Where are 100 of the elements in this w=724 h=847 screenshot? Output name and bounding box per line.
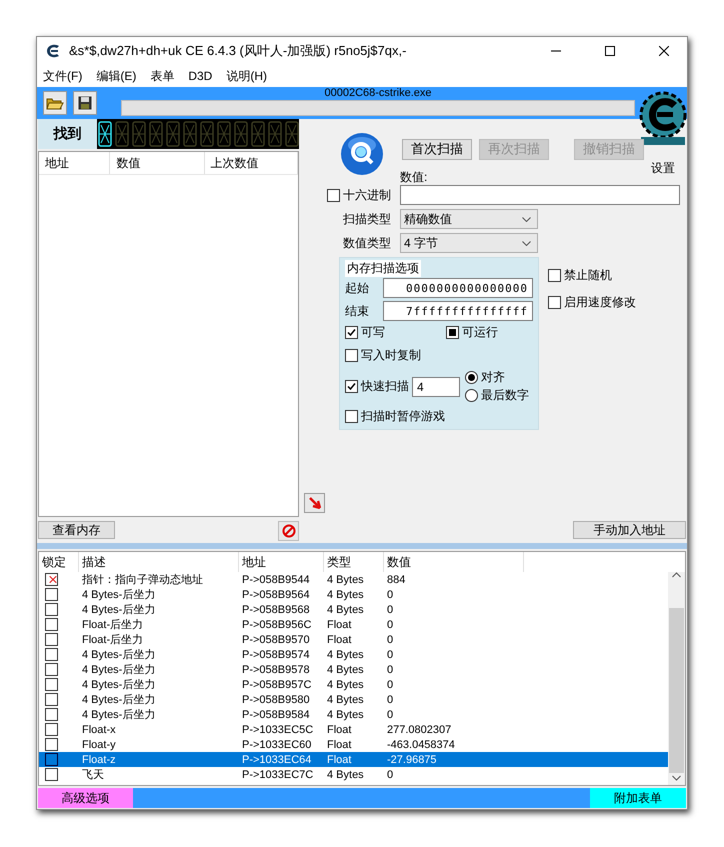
- table-row[interactable]: 4 Bytes-后坐力 P->058B957C 4 Bytes 0: [39, 677, 668, 692]
- lock-checkbox[interactable]: [45, 738, 58, 751]
- view-memory-button[interactable]: 查看内存: [38, 521, 115, 539]
- table-cell-text: 4 Bytes-后坐力: [81, 708, 156, 722]
- column-header[interactable]: 类型: [324, 552, 384, 572]
- lock-checkbox[interactable]: [45, 723, 58, 736]
- table-row[interactable]: Float-z P->1033EC64 Float -27.96875: [39, 752, 668, 767]
- table-cell-text: 0: [386, 708, 394, 720]
- menu-item[interactable]: 文件(F): [43, 68, 82, 84]
- checkbox[interactable]: [345, 349, 358, 362]
- address-input[interactable]: 0000000000000000: [382, 278, 533, 298]
- table-row[interactable]: Float-y P->1033EC60 Float -463.0458374: [39, 737, 668, 752]
- table-cell-text: 4 Bytes-后坐力: [81, 678, 156, 692]
- table-cell-text: 4 Bytes-后坐力: [81, 693, 156, 707]
- table-cell-text: 0: [386, 694, 394, 706]
- scrollbar[interactable]: [668, 572, 685, 785]
- fast-scan-input[interactable]: 4: [412, 376, 460, 396]
- checkbox-label: 快速扫描: [361, 378, 409, 395]
- checkbox[interactable]: [446, 326, 459, 339]
- table-cell-text: P->058B957C: [241, 678, 312, 690]
- stop-button[interactable]: [278, 521, 299, 541]
- table-cell-text: -27.96875: [386, 754, 438, 766]
- magnifier-icon: [339, 131, 385, 177]
- checkbox[interactable]: [345, 326, 358, 339]
- table-row[interactable]: 4 Bytes-后坐力 P->058B9574 4 Bytes 0: [39, 647, 668, 662]
- results-list[interactable]: 地址 数值 上次数值: [38, 151, 299, 517]
- close-icon: [659, 46, 669, 56]
- add-address-button[interactable]: 手动加入地址: [573, 521, 686, 539]
- column-header[interactable]: 锁定: [39, 552, 79, 572]
- column-header[interactable]: 描述: [79, 552, 239, 572]
- scan-type-dropdown[interactable]: 精确数值: [400, 209, 538, 229]
- checkbox[interactable]: [548, 269, 561, 282]
- radio-button[interactable]: [465, 389, 478, 402]
- table-cell-text: Float-后坐力: [81, 633, 144, 647]
- table-cell-text: P->058B9580: [241, 694, 311, 706]
- menu-item[interactable]: 表单: [150, 68, 174, 84]
- value-input[interactable]: [400, 185, 680, 205]
- advanced-options-button[interactable]: 高级选项: [38, 788, 133, 808]
- value-type-dropdown[interactable]: 4 字节: [400, 233, 538, 253]
- checkbox[interactable]: [345, 380, 358, 393]
- table-row[interactable]: Float-后坐力 P->058B956C Float 0: [39, 617, 668, 632]
- address-input[interactable]: 7fffffffffffffff: [382, 301, 533, 321]
- pointer-button[interactable]: [304, 493, 325, 513]
- lock-checkbox[interactable]: [45, 588, 58, 601]
- column-header[interactable]: 地址: [239, 552, 324, 572]
- checkbox-label: 启用速度修改: [564, 294, 636, 311]
- lock-checkbox[interactable]: [45, 648, 58, 661]
- table-row[interactable]: 指针：指向子弹动态地址 P->058B9544 4 Bytes 884: [39, 572, 668, 587]
- table-row[interactable]: 4 Bytes-后坐力 P->058B9580 4 Bytes 0: [39, 692, 668, 707]
- lock-checkbox[interactable]: [45, 708, 58, 721]
- save-button[interactable]: [73, 91, 97, 115]
- extra-table-button[interactable]: 附加表单: [590, 788, 686, 808]
- table-cell-text: P->058B9568: [241, 604, 311, 616]
- table-row[interactable]: Float-后坐力 P->058B9570 Float 0: [39, 632, 668, 647]
- column-header[interactable]: 数值: [110, 152, 205, 174]
- table-cell-text: 0: [386, 604, 394, 616]
- lock-checkbox[interactable]: [45, 603, 58, 616]
- table-cell-text: Float: [326, 724, 352, 736]
- lock-checkbox[interactable]: [45, 573, 58, 586]
- radio-label: 最后数字: [481, 387, 529, 404]
- table-cell-text: 4 Bytes: [326, 708, 365, 720]
- lock-checkbox[interactable]: [45, 678, 58, 691]
- scrollbar-thumb[interactable]: [669, 608, 684, 773]
- hex-checkbox[interactable]: [327, 188, 340, 202]
- checkbox[interactable]: [345, 410, 358, 423]
- column-header[interactable]: 数值: [384, 552, 524, 572]
- table-row[interactable]: 飞天 P->1033EC7C 4 Bytes 0: [39, 767, 668, 782]
- arrow-icon: [308, 497, 320, 509]
- lock-checkbox[interactable]: [45, 693, 58, 706]
- checkbox[interactable]: [548, 296, 561, 309]
- scroll-up-icon[interactable]: [672, 572, 681, 578]
- table-row[interactable]: 4 Bytes-后坐力 P->058B9564 4 Bytes 0: [39, 587, 668, 602]
- table-cell-text: 0: [386, 618, 394, 630]
- column-header[interactable]: 地址: [39, 152, 110, 174]
- table-cell-text: 4 Bytes: [326, 588, 365, 600]
- radio-button[interactable]: [465, 371, 478, 384]
- table-cell-text: 0: [386, 634, 394, 646]
- column-header[interactable]: 上次数值: [204, 152, 298, 174]
- table-cell-text: P->1033EC64: [241, 754, 312, 766]
- settings-label[interactable]: 设置: [639, 160, 687, 177]
- scan-button[interactable]: 首次扫描: [402, 138, 472, 160]
- menu-item[interactable]: 编辑(E): [96, 68, 136, 84]
- menu-item[interactable]: D3D: [188, 69, 212, 83]
- table-cell-text: P->058B9544: [241, 574, 311, 586]
- table-row[interactable]: 4 Bytes-后坐力 P->058B9578 4 Bytes 0: [39, 662, 668, 677]
- open-button[interactable]: [43, 91, 67, 115]
- lock-checkbox[interactable]: [45, 618, 58, 631]
- maximize-icon: [605, 46, 615, 56]
- lock-checkbox[interactable]: [45, 768, 58, 781]
- table-cell-text: 277.0802307: [386, 724, 452, 736]
- lock-checkbox[interactable]: [45, 663, 58, 676]
- lock-checkbox[interactable]: [45, 633, 58, 646]
- table-cell-text: Float-x: [81, 724, 117, 736]
- scroll-down-icon[interactable]: [672, 775, 681, 781]
- table-row[interactable]: 4 Bytes-后坐力 P->058B9584 4 Bytes 0: [39, 707, 668, 722]
- menu-item[interactable]: 说明(H): [226, 68, 268, 84]
- lock-checkbox[interactable]: [45, 753, 58, 766]
- table-row[interactable]: 4 Bytes-后坐力 P->058B9568 4 Bytes 0: [39, 602, 668, 617]
- found-count-label: 找到: [38, 119, 97, 149]
- table-row[interactable]: Float-x P->1033EC5C Float 277.0802307: [39, 722, 668, 737]
